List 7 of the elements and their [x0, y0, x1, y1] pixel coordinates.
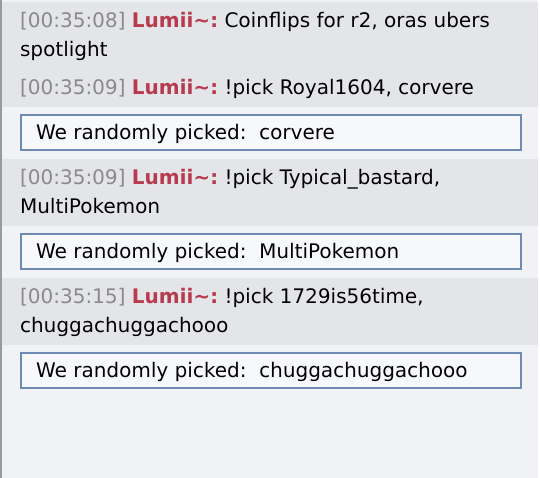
chat-message: [00:35:15] Lumii~: !pick 1729is56time, chuggachuggachooo [2, 278, 538, 345]
chat-message: [00:35:08] Lumii~: Coinflips for r2, oras ubers spotlight [2, 2, 538, 69]
chat-message: [00:35:09] Lumii~: !pick Royal1604, corvere [2, 69, 538, 107]
result-box: We randomly picked: MultiPokemon [20, 233, 522, 270]
result-box: We randomly picked: corvere [20, 114, 522, 151]
result-box: We randomly picked: chuggachuggachooo [20, 352, 522, 389]
chat-message: [00:35:09] Lumii~: !pick Typical_bastard, MultiPokemon [2, 159, 538, 226]
